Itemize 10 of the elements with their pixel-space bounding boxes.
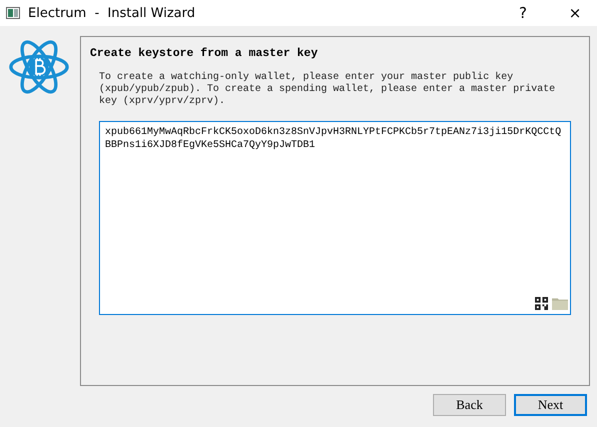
instruction-text: To create a watching-only wallet, please enter your master public key (xpub/ypub/zpub). To create a spending wallet, please enter a master private key (xprv/yprv/zprv). <box>99 72 556 108</box>
key-field[interactable]: xpub661MyMwAqRbcFrkCK5oxoD6kn3z8SnVJpvH3RNLYPtFCPKCb5r7tpEANz7i3ji15DrKQCCtQBBPns1i6XJD8fEgVKe5SHCa7QyY9pJwTDB1 <box>99 121 571 315</box>
close-button[interactable]: × <box>553 4 597 22</box>
wizard-button[interactable]: Next <box>514 394 587 416</box>
help-button[interactable]: ? <box>501 4 545 22</box>
qr-code-icon[interactable] <box>535 296 548 310</box>
panel-title: Create keystore from a master key <box>90 47 319 60</box>
app-icon <box>6 7 20 19</box>
window-title: Electrum - Install Wizard <box>28 6 196 20</box>
wizard-button[interactable]: Back <box>433 394 506 416</box>
